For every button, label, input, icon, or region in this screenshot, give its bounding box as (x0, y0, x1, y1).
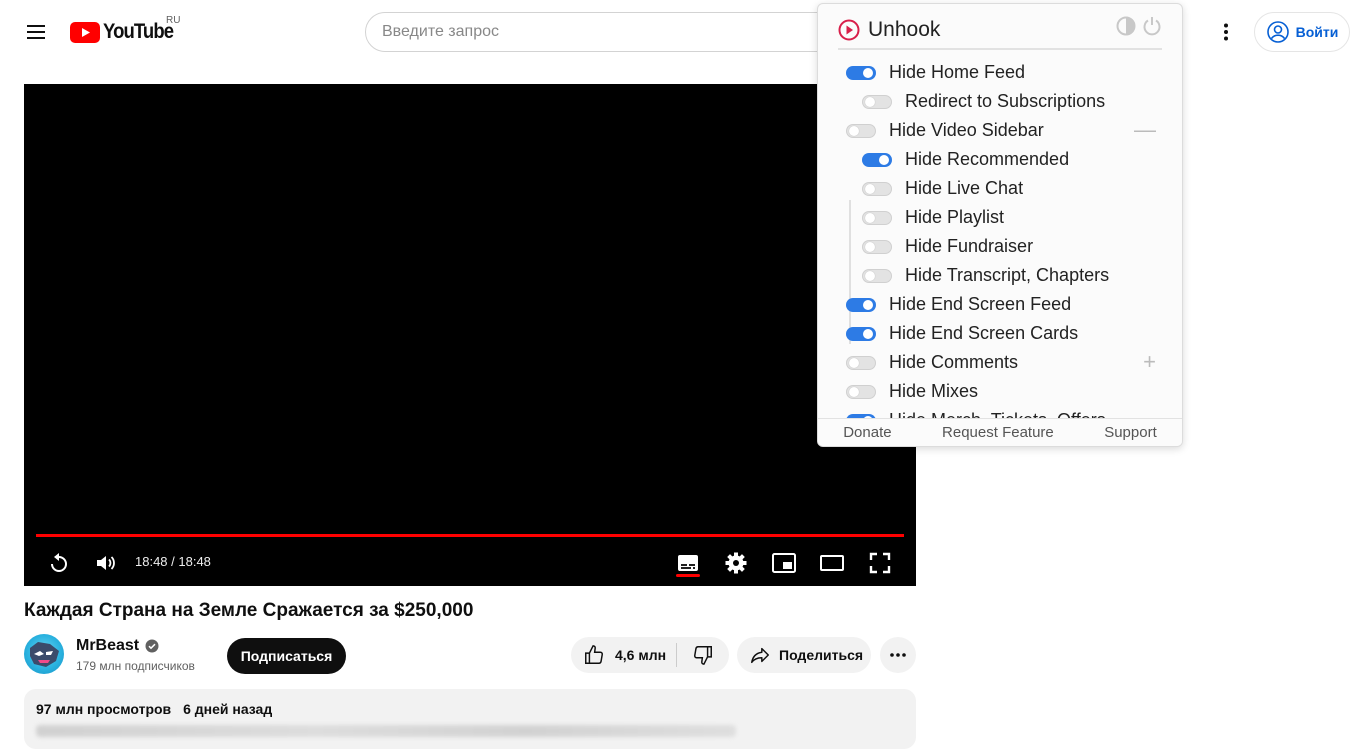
dislike-button[interactable] (677, 637, 729, 673)
subtitles-active-indicator (676, 574, 700, 577)
channel-name-link[interactable]: MrBeast (76, 637, 159, 655)
vertical-dots-icon[interactable] (1210, 16, 1242, 48)
thumbs-up-icon (585, 645, 603, 664)
unhook-option[interactable]: Hide Video Sidebar (846, 116, 1044, 145)
youtube-logo[interactable]: YouTube RU (70, 15, 183, 46)
power-icon[interactable] (1142, 16, 1162, 41)
miniplayer-icon[interactable] (769, 548, 799, 578)
option-label: Hide Recommended (905, 149, 1070, 169)
unhook-header: Unhook (838, 12, 1162, 50)
option-label: Redirect to Subscriptions (905, 91, 1106, 111)
video-player[interactable]: 18:48 / 18:48 (24, 84, 916, 586)
share-arrow-icon (751, 647, 769, 664)
support-link[interactable]: Support (1104, 424, 1157, 441)
expand-plus-icon[interactable]: + (1143, 351, 1156, 373)
option-label: Hide Live Chat (905, 178, 1024, 198)
unhook-option[interactable]: Hide Comments (846, 348, 1018, 377)
option-label: Hide Video Sidebar (889, 120, 1044, 140)
thumbs-down-icon (694, 646, 712, 665)
toggle-switch[interactable] (846, 326, 876, 341)
toggle-switch[interactable] (846, 297, 876, 312)
option-label: Hide End Screen Cards (889, 323, 1079, 343)
channel-avatar[interactable] (24, 634, 64, 674)
horizontal-dots-icon (890, 653, 906, 657)
share-label: Поделиться (779, 647, 864, 663)
share-button[interactable]: Поделиться (737, 637, 871, 673)
description-box[interactable]: 97 млн просмотров 6 дней назад (24, 689, 916, 749)
time-readout: 18:48 / 18:48 (135, 554, 211, 569)
toggle-switch[interactable] (862, 181, 892, 196)
collapse-minus-icon[interactable]: — (1134, 119, 1156, 141)
upload-date: 6 дней назад (183, 701, 273, 717)
video-title: Каждая Страна на Земле Сражается за $250… (24, 600, 474, 621)
verified-badge-icon (145, 639, 159, 653)
unhook-option[interactable]: Hide Transcript, Chapters (862, 261, 1109, 290)
description-meta: 97 млн просмотров 6 дней назад (36, 701, 904, 717)
option-label: Hide Home Feed (889, 62, 1026, 82)
unhook-title: Unhook (868, 18, 941, 41)
unhook-options-list[interactable]: Hide Home Feed Redirect to Subscriptions H… (818, 58, 1182, 420)
toggle-switch[interactable] (846, 355, 876, 370)
like-button[interactable]: 4,6 млн (571, 637, 676, 673)
option-label: Hide Transcript, Chapters (905, 265, 1110, 285)
unhook-option[interactable]: Hide End Screen Feed (846, 290, 1071, 319)
subscribe-button[interactable]: Подписаться (227, 638, 346, 674)
unhook-option[interactable]: Redirect to Subscriptions (862, 87, 1105, 116)
like-dislike-group: 4,6 млн (571, 637, 729, 673)
logo-text: YouTube (103, 20, 174, 43)
logo-region: RU (166, 15, 181, 26)
toggle-switch[interactable] (862, 152, 892, 167)
volume-icon[interactable] (90, 548, 120, 578)
theater-mode-icon[interactable] (817, 548, 847, 578)
unhook-option[interactable]: Hide End Screen Cards (846, 319, 1078, 348)
unhook-option[interactable]: Hide Home Feed (846, 58, 1025, 87)
toggle-switch[interactable] (862, 268, 892, 283)
signin-label: Войти (1295, 24, 1339, 40)
unhook-popup: Unhook Hide Home Feed Redirect to Subscri… (817, 3, 1183, 447)
youtube-play-logo-icon (70, 21, 100, 43)
toggle-switch[interactable] (862, 94, 892, 109)
toggle-switch[interactable] (862, 239, 892, 254)
toggle-switch[interactable] (862, 210, 892, 225)
theme-contrast-icon[interactable] (1116, 16, 1136, 41)
toggle-switch[interactable] (846, 384, 876, 399)
option-label: Hide End Screen Feed (889, 294, 1072, 314)
account-circle-icon (1266, 21, 1289, 43)
settings-gear-icon[interactable] (721, 548, 751, 578)
unhook-footer: Donate Request Feature Support (818, 418, 1182, 446)
signin-button[interactable]: Войти (1254, 12, 1350, 52)
donate-link[interactable]: Donate (843, 424, 891, 441)
unhook-option[interactable]: Hide Playlist (862, 203, 1004, 232)
more-actions-button[interactable] (880, 637, 916, 673)
description-text-blurred (36, 725, 736, 737)
request-feature-link[interactable]: Request Feature (942, 424, 1054, 441)
option-label: Hide Comments (889, 352, 1019, 372)
toggle-switch[interactable] (846, 65, 876, 80)
option-label: Hide Mixes (889, 381, 979, 401)
unhook-option[interactable]: Hide Fundraiser (862, 232, 1033, 261)
subscriber-count: 179 млн подписчиков (76, 659, 195, 673)
replay-icon[interactable] (44, 548, 74, 578)
search-placeholder: Введите запрос (382, 23, 499, 40)
progress-bar[interactable] (36, 534, 904, 537)
search-input[interactable]: Введите запрос (365, 12, 865, 52)
option-label: Hide Playlist (905, 207, 1005, 227)
like-count: 4,6 млн (615, 647, 667, 663)
channel-name[interactable]: MrBeast (76, 637, 139, 655)
option-label: Hide Fundraiser (905, 236, 1034, 256)
view-count: 97 млн просмотров (36, 701, 172, 717)
toggle-switch[interactable] (846, 123, 876, 138)
unhook-option[interactable]: Hide Mixes (846, 377, 978, 406)
unhook-logo-icon (838, 19, 860, 41)
unhook-option[interactable]: Hide Recommended (862, 145, 1069, 174)
unhook-option[interactable]: Hide Live Chat (862, 174, 1023, 203)
fullscreen-icon[interactable] (865, 548, 895, 578)
hamburger-menu-icon[interactable] (20, 16, 52, 48)
